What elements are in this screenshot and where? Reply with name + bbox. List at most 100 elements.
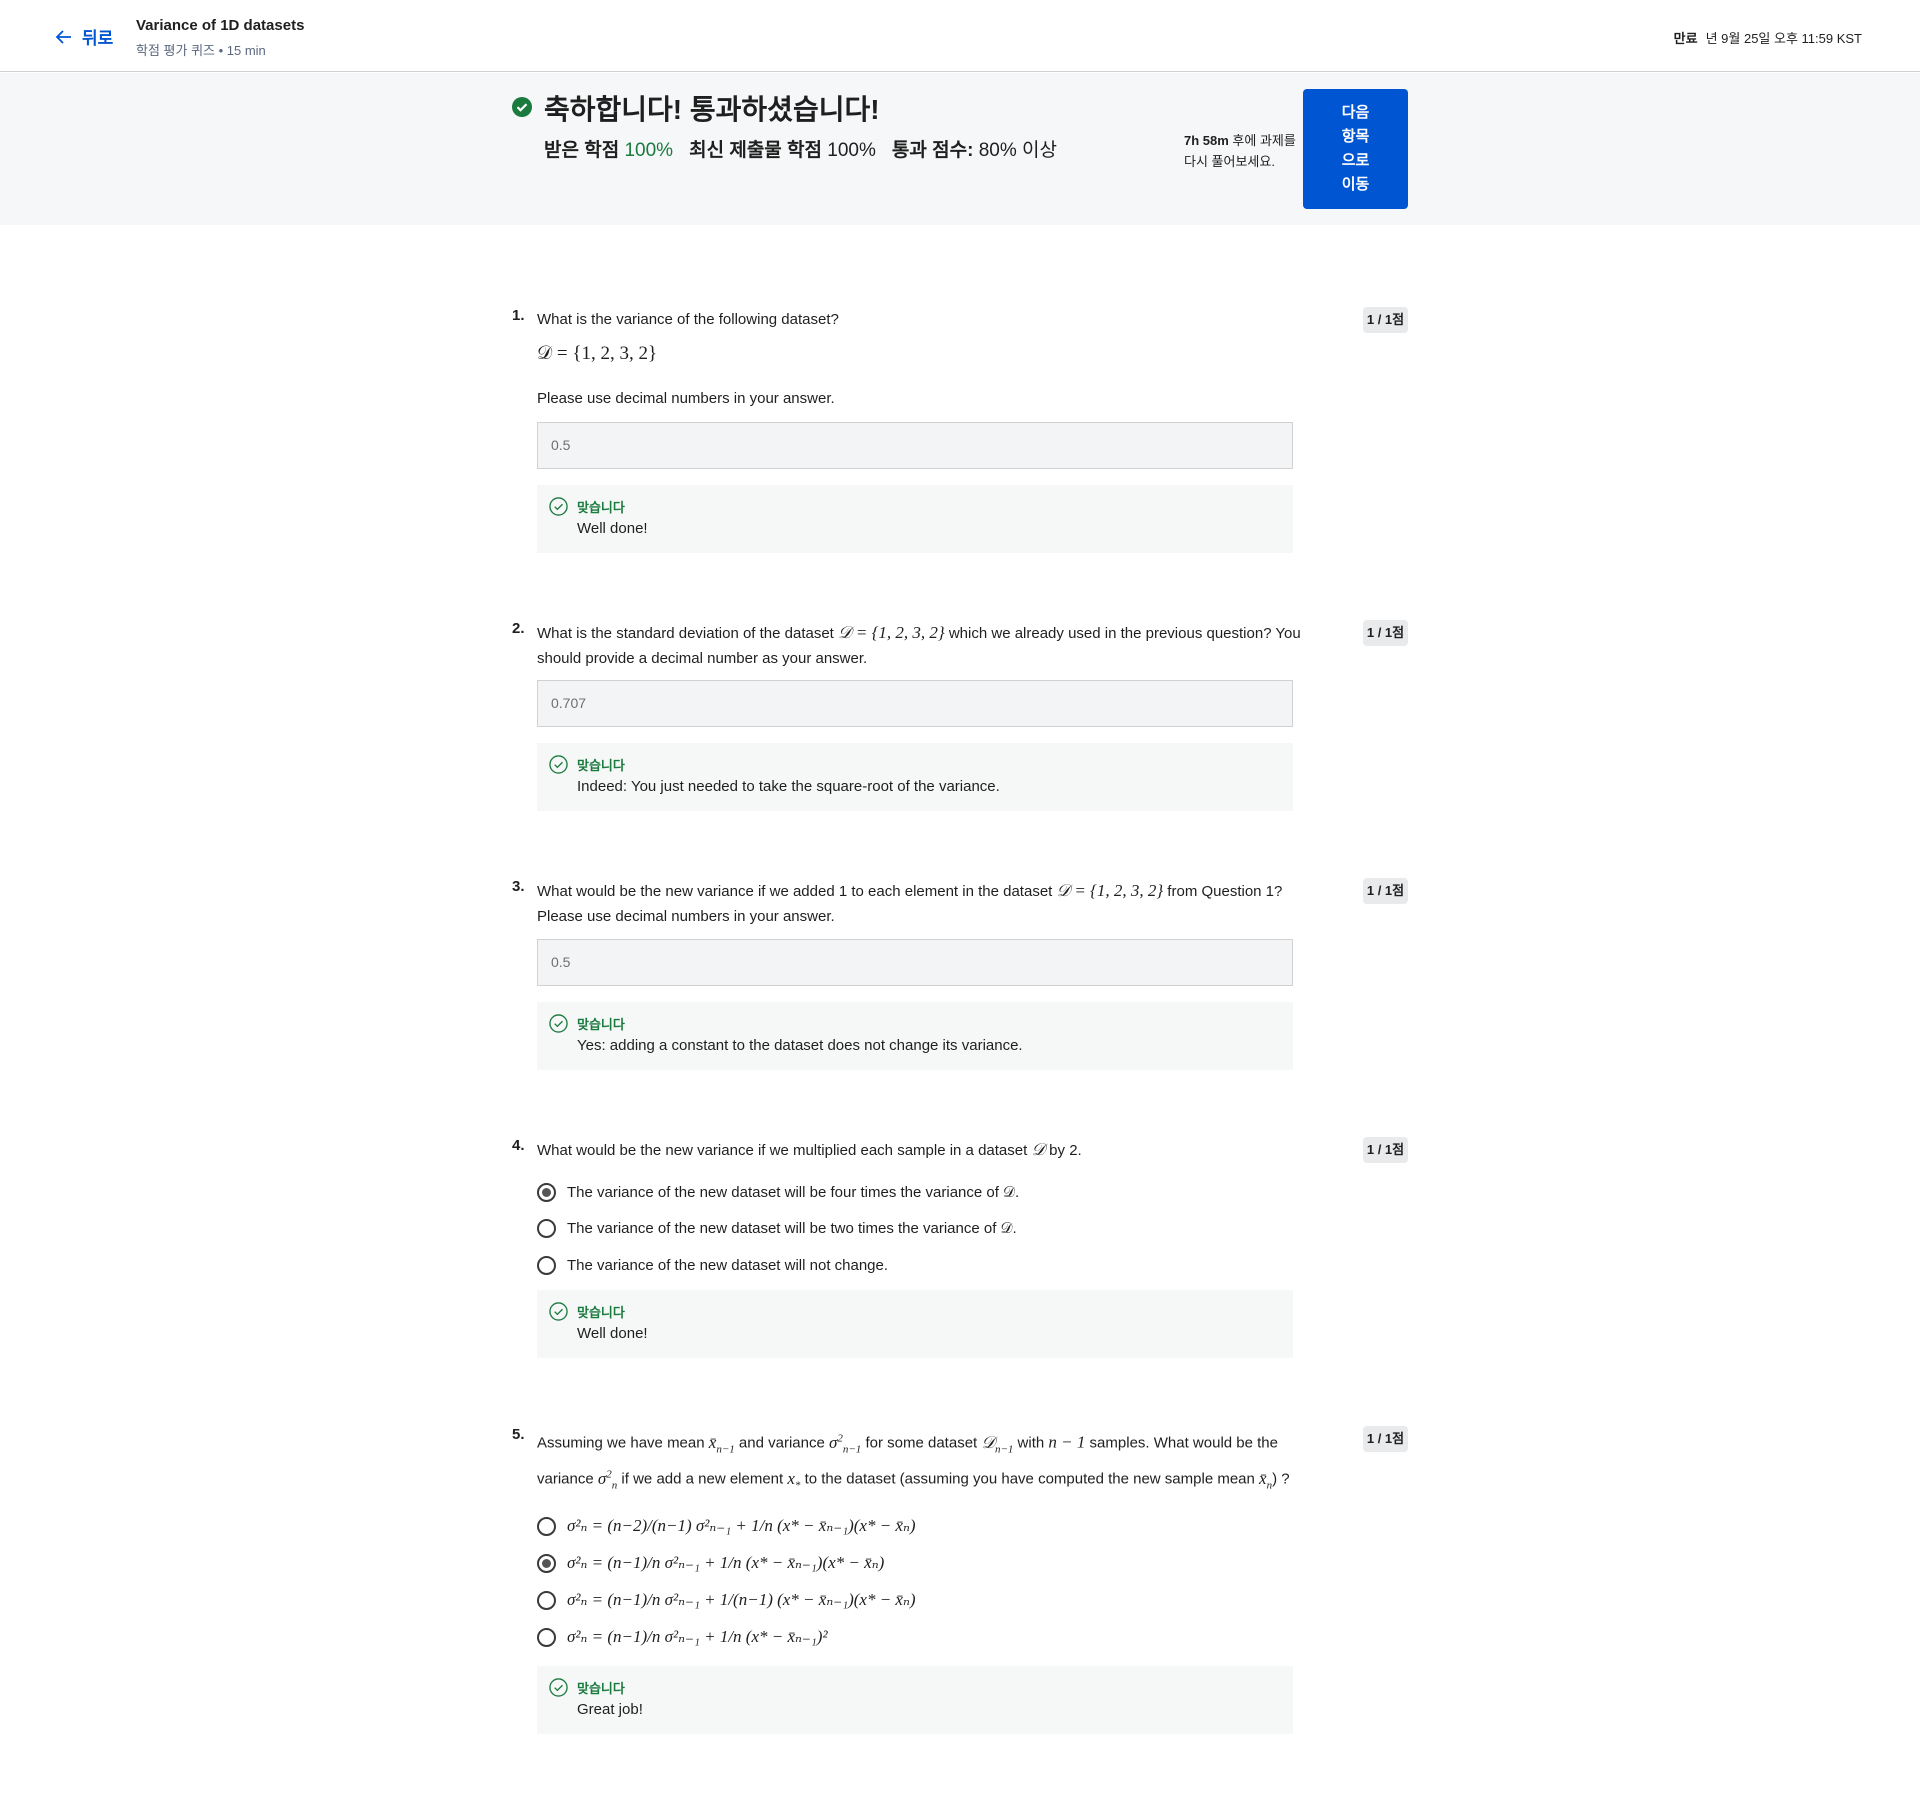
answer-field[interactable]: 0.5 — [537, 939, 1293, 986]
answer-option[interactable]: The variance of the new dataset will be … — [537, 1219, 1017, 1238]
quiz-title: Variance of 1D datasets — [136, 17, 305, 34]
variance-symbol: σ2n−1 — [828, 1432, 862, 1456]
latest-grade-value: 100% — [827, 140, 876, 161]
latest-grade-label: 최신 제출물 학점 — [689, 140, 823, 161]
option-formula: σ²ₙ = (n−1)/n σ²ₙ₋₁ + 1/n (x* − x̄ₙ₋₁)(x… — [567, 1553, 885, 1572]
question-2: 2. What is the standard deviation of the… — [512, 620, 1408, 815]
question-3: 3. What would be the new variance if we … — [512, 878, 1408, 1073]
radio-button[interactable] — [537, 1590, 556, 1610]
received-grade-value: 100% — [624, 140, 674, 161]
score-badge: 1 / 1점 — [1363, 1137, 1408, 1163]
option-label: The variance of the new dataset will be … — [567, 1220, 1017, 1237]
answer-option[interactable]: The variance of the new dataset will not… — [537, 1256, 888, 1275]
question-number: 3. — [512, 878, 525, 895]
symbol: σ — [597, 1468, 607, 1488]
sample-count: n − 1 — [1048, 1432, 1086, 1452]
question-text-part: and variance — [734, 1434, 829, 1452]
due-date-value: 년 9월 25일 오후 11:59 KST — [1705, 31, 1862, 46]
pass-title: 축하합니다! 통과하셨습니다! — [544, 94, 880, 125]
feedback-text: Yes: adding a constant to the dataset do… — [577, 1037, 1023, 1054]
radio-selected[interactable] — [537, 1553, 556, 1573]
question-text-part: to the dataset (assuming you have comput… — [800, 1470, 1260, 1488]
arrow-left-icon — [55, 29, 71, 44]
subscript: n−1 — [842, 1443, 862, 1456]
symbol: x — [787, 1468, 795, 1488]
retry-text: 후에 과제를 — [1228, 133, 1296, 148]
symbol: x̄ — [1259, 1468, 1267, 1488]
score-badge: 1 / 1점 — [1363, 878, 1408, 904]
due-date: 만료 년 9월 25일 오후 11:59 KST — [1674, 28, 1862, 47]
radio-button[interactable] — [537, 1256, 556, 1275]
question-text-part: by 2. — [1045, 1142, 1082, 1159]
check-circle-outline-icon — [549, 497, 568, 516]
question-text: What would be the new variance if we add… — [537, 878, 1317, 929]
check-circle-outline-icon — [549, 1302, 568, 1321]
check-circle-icon — [512, 97, 532, 117]
dataset-symbol: 𝒟n−1 — [981, 1432, 1014, 1456]
question-text-part: ) ? — [1272, 1470, 1290, 1488]
question-text-part: with — [1013, 1434, 1049, 1452]
feedback-box: 맞습니다 Yes: adding a constant to the datas… — [537, 1002, 1293, 1070]
option-formula: σ²ₙ = (n−1)/n σ²ₙ₋₁ + 1/(n−1) (x* − x̄ₙ₋… — [567, 1590, 916, 1609]
next-button-line: 항목 — [1341, 128, 1370, 145]
option-formula: σ²ₙ = (n−2)/(n−1) σ²ₙ₋₁ + 1/n (x* − x̄ₙ₋… — [567, 1516, 916, 1535]
answer-field[interactable]: 0.5 — [537, 422, 1293, 469]
next-button-line: 으로 — [1341, 152, 1370, 169]
answer-option[interactable]: σ²ₙ = (n−2)/(n−1) σ²ₙ₋₁ + 1/n (x* − x̄ₙ₋… — [537, 1516, 916, 1536]
question-number: 2. — [512, 620, 525, 637]
question-number: 5. — [512, 1426, 525, 1443]
feedback-text: Well done! — [577, 1325, 648, 1342]
top-bar: 뒤로 Variance of 1D datasets 학점 평가 퀴즈 • 15… — [0, 0, 1920, 72]
symbol: 𝒟 — [981, 1432, 995, 1452]
answer-option[interactable]: The variance of the new dataset will be … — [537, 1183, 1019, 1202]
answer-option[interactable]: σ²ₙ = (n−1)/n σ²ₙ₋₁ + 1/n (x* − x̄ₙ₋₁)² — [537, 1627, 828, 1647]
question-text-part: What is the standard deviation of the da… — [537, 625, 839, 642]
question-text: Assuming we have mean x̄n−1 and variance… — [537, 1426, 1317, 1498]
quiz-subtitle: 학점 평가 퀴즈 • 15 min — [136, 43, 266, 58]
subscript: n−1 — [716, 1443, 735, 1456]
question-text-part: for some dataset — [861, 1434, 982, 1452]
question-note: Please use decimal numbers in your answe… — [537, 390, 835, 407]
pass-score-value: 80% 이상 — [978, 140, 1057, 161]
dataset-formula: 𝒟 = {1, 2, 3, 2} — [1056, 881, 1164, 900]
question-text: What would be the new variance if we mul… — [537, 1137, 1297, 1163]
mean-symbol: x̄n−1 — [709, 1433, 735, 1456]
feedback-title: 맞습니다 — [577, 758, 625, 773]
next-button-line: 다음 — [1341, 104, 1370, 121]
radio-button[interactable] — [537, 1219, 556, 1238]
question-text-part: What would be the new variance if we add… — [537, 883, 1057, 900]
received-grade-label: 받은 학점 — [544, 140, 620, 161]
answer-field[interactable]: 0.707 — [537, 680, 1293, 727]
score-badge: 1 / 1점 — [1363, 620, 1408, 646]
feedback-text: Great job! — [577, 1701, 643, 1718]
back-button[interactable]: 뒤로 — [54, 24, 113, 49]
answer-option[interactable]: σ²ₙ = (n−1)/n σ²ₙ₋₁ + 1/(n−1) (x* − x̄ₙ₋… — [537, 1590, 916, 1610]
score-badge: 1 / 1점 — [1363, 307, 1408, 333]
question-4: 4. What would be the new variance if we … — [512, 1137, 1408, 1362]
next-item-button[interactable]: 다음 항목 으로 이동 — [1303, 89, 1408, 209]
new-mean-symbol: x̄n — [1259, 1468, 1272, 1491]
radio-button[interactable] — [537, 1516, 556, 1536]
feedback-text: Indeed: You just needed to take the squa… — [577, 778, 1000, 795]
feedback-title: 맞습니다 — [577, 1681, 625, 1696]
question-text-part: Assuming we have mean — [537, 1434, 709, 1452]
radio-button[interactable] — [537, 1627, 556, 1647]
question-number: 1. — [512, 307, 525, 324]
question-number: 4. — [512, 1137, 525, 1154]
due-label: 만료 — [1673, 31, 1698, 46]
feedback-box: 맞습니다 Indeed: You just needed to take the… — [537, 743, 1293, 811]
check-circle-outline-icon — [549, 1014, 568, 1033]
question-text-part: What would be the new variance if we mul… — [537, 1142, 1032, 1159]
feedback-text: Well done! — [577, 520, 648, 537]
subscript: n−1 — [994, 1443, 1014, 1456]
answer-option[interactable]: σ²ₙ = (n−1)/n σ²ₙ₋₁ + 1/n (x* − x̄ₙ₋₁)(x… — [537, 1553, 884, 1573]
retry-time: 7h 58m — [1184, 133, 1229, 148]
question-text: What is the standard deviation of the da… — [537, 620, 1317, 671]
radio-selected[interactable] — [537, 1183, 556, 1202]
dataset-symbol: 𝒟 — [1031, 1140, 1046, 1159]
score-badge: 1 / 1점 — [1363, 1426, 1408, 1452]
dataset-formula: 𝒟 = {1, 2, 3, 2} — [537, 343, 658, 364]
dataset-formula: 𝒟 = {1, 2, 3, 2} — [838, 623, 945, 642]
question-text: What is the variance of the following da… — [537, 311, 839, 328]
option-formula: σ²ₙ = (n−1)/n σ²ₙ₋₁ + 1/n (x* − x̄ₙ₋₁)² — [567, 1627, 828, 1646]
